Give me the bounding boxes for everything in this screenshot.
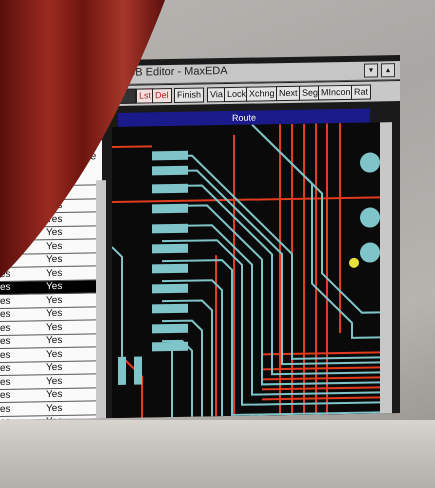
table-row[interactable]: Yes xyxy=(0,185,96,201)
screen: PCB Editor - MaxEDA ▾ ▴ Fo Lst Del Finis… xyxy=(0,55,400,420)
toolbar-mincon-button[interactable]: MIncon xyxy=(318,84,354,101)
table-row[interactable]: Yes es xyxy=(0,361,96,376)
minimize-button[interactable]: ▾ xyxy=(364,63,378,78)
table-row[interactable]: Yes es xyxy=(0,347,96,363)
table-row[interactable]: Yes xyxy=(0,239,96,255)
route-vertical-scrollbar[interactable] xyxy=(380,122,392,420)
cell-value: Yes xyxy=(46,321,63,333)
vias xyxy=(349,257,359,268)
cell-value-left: es xyxy=(0,417,11,420)
table-row[interactable]: Yes xyxy=(0,226,96,241)
cell-value: Yes xyxy=(46,253,63,266)
toolbar: Fo Lst Del Finish Via Lock Xchng Next Se… xyxy=(96,81,400,107)
cell-value: Yes xyxy=(46,375,63,387)
cell-value-left: es xyxy=(0,349,11,361)
cell-value: Yes xyxy=(46,348,63,360)
maximize-button[interactable]: ▴ xyxy=(381,63,395,78)
table-row[interactable]: Yes es xyxy=(0,266,96,282)
cell-value-left: es xyxy=(0,295,11,307)
cell-value: Yes xyxy=(46,240,63,252)
cell-value: Yes xyxy=(46,280,63,293)
window-title: PCB Editor - MaxEDA xyxy=(120,65,228,79)
table-row[interactable]: Yes es xyxy=(0,374,96,390)
cell-value-left: es xyxy=(0,403,11,415)
table-row[interactable]: Yes xyxy=(0,172,96,187)
cell-value: Yes xyxy=(46,226,63,239)
toolbar-del-button[interactable]: Del xyxy=(152,88,172,104)
toolbar-finish-button[interactable]: Finish xyxy=(174,87,205,103)
cell-value-left: es xyxy=(0,335,11,347)
table-row[interactable]: Yes xyxy=(0,253,96,268)
cell-value: Yes xyxy=(46,402,63,414)
grid-header: We xyxy=(80,150,97,163)
cell-value-left: es xyxy=(0,362,11,374)
cell-value: Yes xyxy=(46,388,63,401)
toolbar-fo-button[interactable]: Fo xyxy=(98,89,115,105)
toolbar-rat-button[interactable]: Rat xyxy=(351,84,372,100)
route-canvas[interactable] xyxy=(112,122,380,420)
cell-value: Yes xyxy=(46,294,63,306)
cell-value: Yes xyxy=(46,199,63,212)
cell-value: Yes xyxy=(46,267,63,279)
table-row[interactable]: Yes xyxy=(0,199,96,214)
table-row[interactable]: Yes es xyxy=(0,401,96,417)
cell-value: Yes xyxy=(46,307,63,320)
cell-value-left: es xyxy=(0,281,11,293)
table-row[interactable]: Yes es xyxy=(0,293,96,309)
cell-value: Yes xyxy=(46,172,63,185)
cell-value: Yes xyxy=(46,334,63,347)
monitor-base xyxy=(0,420,435,488)
table-row[interactable]: Yes es xyxy=(0,334,96,349)
cell-value-left: es xyxy=(0,322,11,334)
table-row[interactable]: Yes es xyxy=(0,320,96,336)
table-row[interactable]: Yes xyxy=(0,212,96,228)
cell-value: Yes xyxy=(46,361,63,374)
cell-value: Yes xyxy=(46,213,63,225)
table-row[interactable]: Yes es xyxy=(0,307,96,322)
cell-value-left: es xyxy=(0,308,11,320)
cell-value-left: es xyxy=(0,268,11,280)
toolbar-xchng-button[interactable]: Xchng xyxy=(246,86,278,102)
grid-vertical-scrollbar[interactable] xyxy=(96,180,106,420)
toolbar-next-button[interactable]: Next xyxy=(276,85,301,102)
cell-value-left: es xyxy=(0,376,11,388)
cell-value-left: es xyxy=(0,389,11,401)
cell-value: Yes xyxy=(46,186,63,198)
table-row[interactable]: Yes es xyxy=(0,280,96,295)
toolbar-dark-button[interactable] xyxy=(120,88,136,104)
table-row[interactable]: Yes es xyxy=(0,388,96,403)
